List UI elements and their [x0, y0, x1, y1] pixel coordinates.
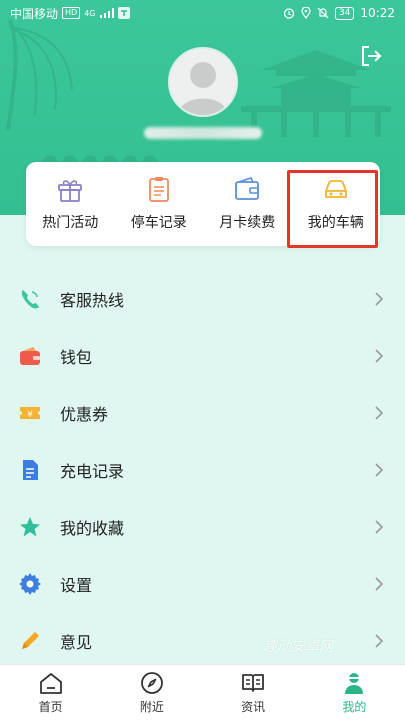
chevron-right-icon — [375, 291, 384, 306]
quick-action-my-vehicles[interactable]: 我的车辆 — [292, 162, 381, 246]
carrier-name: 中国移动 — [10, 6, 59, 21]
document-icon — [23, 459, 38, 480]
home-icon — [39, 673, 62, 694]
nav-tab-mine[interactable]: 我的 — [304, 665, 405, 720]
nav-tab-news[interactable]: 资讯 — [203, 665, 304, 720]
logout-icon[interactable] — [359, 44, 383, 68]
quick-action-monthly-card[interactable]: 月卡续费 — [203, 162, 292, 246]
username-blurred — [143, 122, 263, 144]
default-avatar-icon — [178, 62, 228, 115]
quick-action-parking-records[interactable]: 停车记录 — [115, 162, 204, 246]
menu-item-label: 设置 — [60, 575, 93, 595]
battery-level: 34 — [334, 6, 355, 20]
network-type: 4G — [84, 8, 96, 18]
menu-item-label: 钱包 — [60, 347, 93, 367]
car-icon — [324, 180, 347, 198]
quick-action-label: 我的车辆 — [307, 215, 364, 231]
nav-label: 资讯 — [241, 700, 266, 714]
menu-item-label: 充电记录 — [60, 461, 125, 481]
phone-icon — [21, 289, 39, 308]
nav-label: 我的 — [342, 700, 367, 714]
chevron-right-icon — [375, 405, 384, 420]
status-right: 34 10:22 — [283, 6, 395, 20]
svg-text:¥: ¥ — [27, 410, 33, 420]
quick-action-label: 热门活动 — [42, 215, 99, 231]
gift-icon — [58, 180, 83, 202]
nav-tab-nearby[interactable]: 附近 — [101, 665, 202, 720]
menu-item-favorites[interactable]: 我的收藏 — [0, 498, 405, 555]
alarm-icon — [283, 8, 295, 19]
gear-icon — [19, 572, 41, 595]
quick-action-label: 停车记录 — [130, 215, 187, 231]
menu-item-wallet[interactable]: 钱包 — [0, 327, 405, 384]
chevron-right-icon — [375, 462, 384, 477]
nav-label: 附近 — [139, 700, 164, 714]
hd-badge: HD — [62, 7, 81, 19]
chevron-right-icon — [375, 633, 384, 648]
star-icon — [20, 516, 40, 536]
chevron-right-icon — [375, 519, 384, 534]
menu-item-settings[interactable]: 设置 — [0, 555, 405, 612]
quick-action-label: 月卡续费 — [219, 215, 276, 231]
app-notification-icon — [117, 7, 130, 19]
menu-item-label: 优惠券 — [60, 404, 109, 424]
quick-actions-card: 热门活动 停车记录 月卡续费 我的车辆 — [26, 162, 380, 246]
menu-item-customer-hotline[interactable]: 客服热线 — [0, 270, 405, 327]
chevron-right-icon — [375, 576, 384, 591]
quick-action-hot-events[interactable]: 热门活动 — [26, 162, 115, 246]
clock: 10:22 — [360, 6, 395, 20]
menu-item-label: 客服热线 — [60, 290, 125, 310]
wallet-icon — [20, 346, 40, 365]
willow-tree-decoration — [6, 20, 73, 130]
chevron-right-icon — [375, 348, 384, 363]
person-icon — [345, 673, 364, 694]
nav-tab-home[interactable]: 首页 — [0, 665, 101, 720]
settings-menu: 客服热线 钱包 ¥ 优惠券 充电记录 我的收藏 设置 意见 — [0, 270, 405, 669]
menu-item-charging-records[interactable]: 充电记录 — [0, 441, 405, 498]
location-icon — [301, 7, 311, 19]
menu-item-feedback[interactable]: 意见 — [0, 612, 405, 669]
watermark-text: 趣动安卓网 — [263, 639, 333, 655]
book-icon — [242, 674, 265, 692]
nav-label: 首页 — [38, 700, 63, 714]
pencil-icon — [22, 631, 39, 649]
menu-item-label: 我的收藏 — [60, 518, 125, 538]
coupon-icon: ¥ — [20, 406, 40, 420]
status-left: 中国移动 HD 4G — [10, 5, 130, 22]
menu-item-coupons[interactable]: ¥ 优惠券 — [0, 384, 405, 441]
mute-icon — [317, 7, 329, 19]
status-bar: 中国移动 HD 4G 34 10:22 — [0, 0, 405, 26]
signal-icon — [99, 8, 114, 18]
clipboard-icon — [148, 177, 169, 202]
user-avatar[interactable] — [168, 47, 238, 117]
wallet-card-icon — [235, 177, 260, 200]
compass-icon — [140, 672, 163, 694]
bottom-navigation: 首页 附近 资讯 我的 — [0, 664, 405, 720]
